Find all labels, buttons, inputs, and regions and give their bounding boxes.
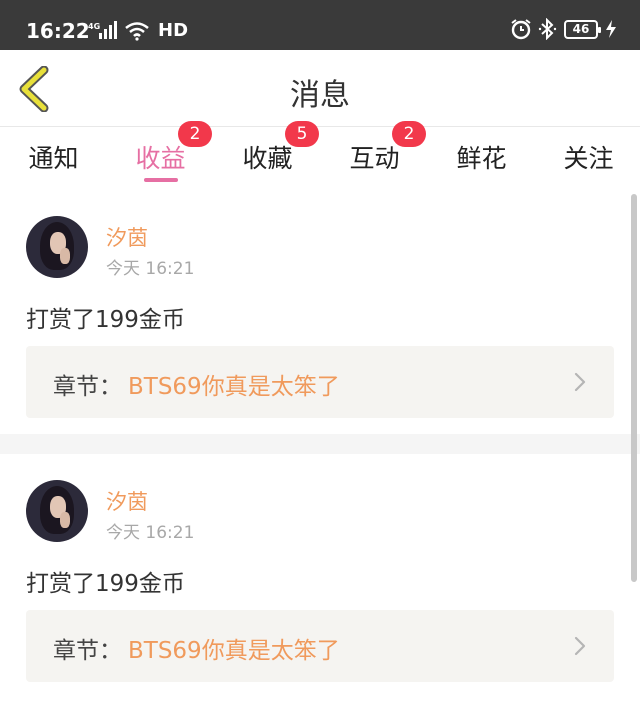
- message-time: 今天 16:21: [106, 523, 195, 543]
- tab-label: 鲜花: [456, 144, 507, 173]
- user-name[interactable]: 汐茵: [106, 222, 148, 252]
- message-card: 汐茵 今天 16:21 打赏了199金币 章节： BTS69你真是太笨了: [0, 190, 640, 434]
- alarm-icon: [511, 19, 531, 40]
- status-time: 16:22: [26, 19, 90, 43]
- signal-icon: 4G: [88, 20, 117, 39]
- reward-text: 打赏了199金币: [26, 307, 185, 333]
- chapter-link[interactable]: 章节： BTS69你真是太笨了: [26, 610, 614, 682]
- status-left-icons: 4G HD: [88, 20, 188, 41]
- avatar-hand: [60, 512, 70, 528]
- tab-label: 互动: [349, 144, 400, 173]
- status-right-icons: 46: [510, 18, 618, 40]
- page-title: 消息: [290, 78, 350, 113]
- tab-bar: 通知 收益 2 收藏 5 互动 2 鲜花 关注: [0, 121, 640, 190]
- tab-badge: 5: [285, 121, 319, 147]
- scrollbar[interactable]: [631, 194, 637, 582]
- chapter-title: BTS69你真是太笨了: [128, 638, 340, 664]
- tab-flowers[interactable]: 鲜花: [428, 128, 535, 190]
- user-name[interactable]: 汐茵: [106, 486, 148, 516]
- wifi-icon: [125, 21, 149, 41]
- bluetooth-icon: [538, 18, 557, 40]
- chapter-prefix: 章节：: [53, 638, 122, 664]
- chapter-prefix: 章节：: [53, 374, 122, 400]
- avatar[interactable]: [26, 480, 88, 542]
- charging-icon: [606, 20, 616, 38]
- active-tab-indicator: [143, 178, 178, 182]
- message-list[interactable]: 汐茵 今天 16:21 打赏了199金币 章节： BTS69你真是太笨了 汐茵 …: [0, 190, 640, 711]
- avatar-hand: [60, 248, 70, 264]
- tab-label: 关注: [563, 144, 614, 173]
- reward-text: 打赏了199金币: [26, 571, 185, 597]
- tab-label: 通知: [28, 144, 79, 173]
- battery-level: 46: [572, 22, 590, 36]
- battery-icon: 46: [564, 19, 601, 39]
- tab-earnings[interactable]: 收益 2: [107, 121, 214, 190]
- status-hd: HD: [158, 20, 189, 41]
- svg-text:4G: 4G: [88, 22, 100, 31]
- chapter-title: BTS69你真是太笨了: [128, 374, 340, 400]
- chevron-right-icon: [574, 372, 586, 392]
- chevron-right-icon: [574, 636, 586, 656]
- tab-follow[interactable]: 关注: [535, 128, 640, 190]
- message-card: 汐茵 今天 16:21 打赏了199金币 章节： BTS69你真是太笨了: [0, 454, 640, 711]
- tab-notice[interactable]: 通知: [0, 128, 107, 190]
- tab-label: 收益: [135, 144, 186, 173]
- tab-label: 收藏: [242, 144, 293, 173]
- chapter-link[interactable]: 章节： BTS69你真是太笨了: [26, 346, 614, 418]
- status-bar: 16:22 4G HD 46: [0, 0, 640, 50]
- avatar[interactable]: [26, 216, 88, 278]
- tab-interaction[interactable]: 互动 2: [321, 121, 428, 190]
- tab-favorites[interactable]: 收藏 5: [214, 121, 321, 190]
- header: 消息: [0, 50, 640, 127]
- message-time: 今天 16:21: [106, 259, 195, 279]
- tab-badge: 2: [392, 121, 426, 147]
- tab-badge: 2: [178, 121, 212, 147]
